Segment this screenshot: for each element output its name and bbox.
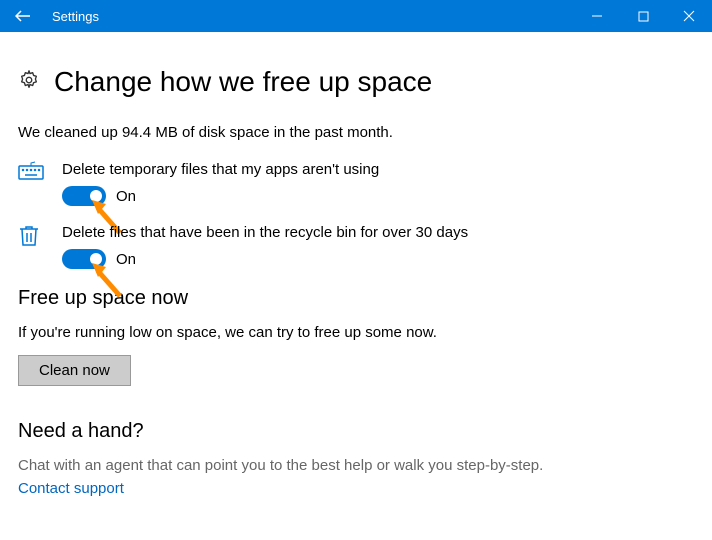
freeup-heading: Free up space now [18, 287, 694, 310]
freeup-text: If you're running low on space, we can t… [18, 324, 694, 341]
titlebar: Settings [0, 0, 712, 32]
page-heading: Change how we free up space [54, 66, 432, 98]
window-title: Settings [46, 9, 99, 24]
option-temp-files: Delete temporary files that my apps aren… [18, 161, 694, 206]
back-button[interactable] [0, 0, 46, 32]
toggle-recycle[interactable] [62, 249, 106, 269]
contact-support-link[interactable]: Contact support [18, 480, 694, 497]
option-recycle-label: Delete files that have been in the recyc… [62, 224, 694, 241]
option-temp-label: Delete temporary files that my apps aren… [62, 161, 694, 178]
gear-icon [18, 69, 40, 96]
help-heading: Need a hand? [18, 420, 694, 443]
help-text: Chat with an agent that can point you to… [18, 457, 694, 474]
minimize-button[interactable] [574, 0, 620, 32]
toggle-temp[interactable] [62, 186, 106, 206]
status-text: We cleaned up 94.4 MB of disk space in t… [18, 124, 694, 141]
close-button[interactable] [666, 0, 712, 32]
option-recycle-bin: Delete files that have been in the recyc… [18, 224, 694, 269]
maximize-button[interactable] [620, 0, 666, 32]
clean-now-button[interactable]: Clean now [18, 355, 131, 386]
toggle-temp-state: On [116, 188, 136, 205]
toggle-recycle-state: On [116, 251, 136, 268]
trash-icon [18, 224, 62, 253]
keyboard-icon [18, 161, 62, 186]
